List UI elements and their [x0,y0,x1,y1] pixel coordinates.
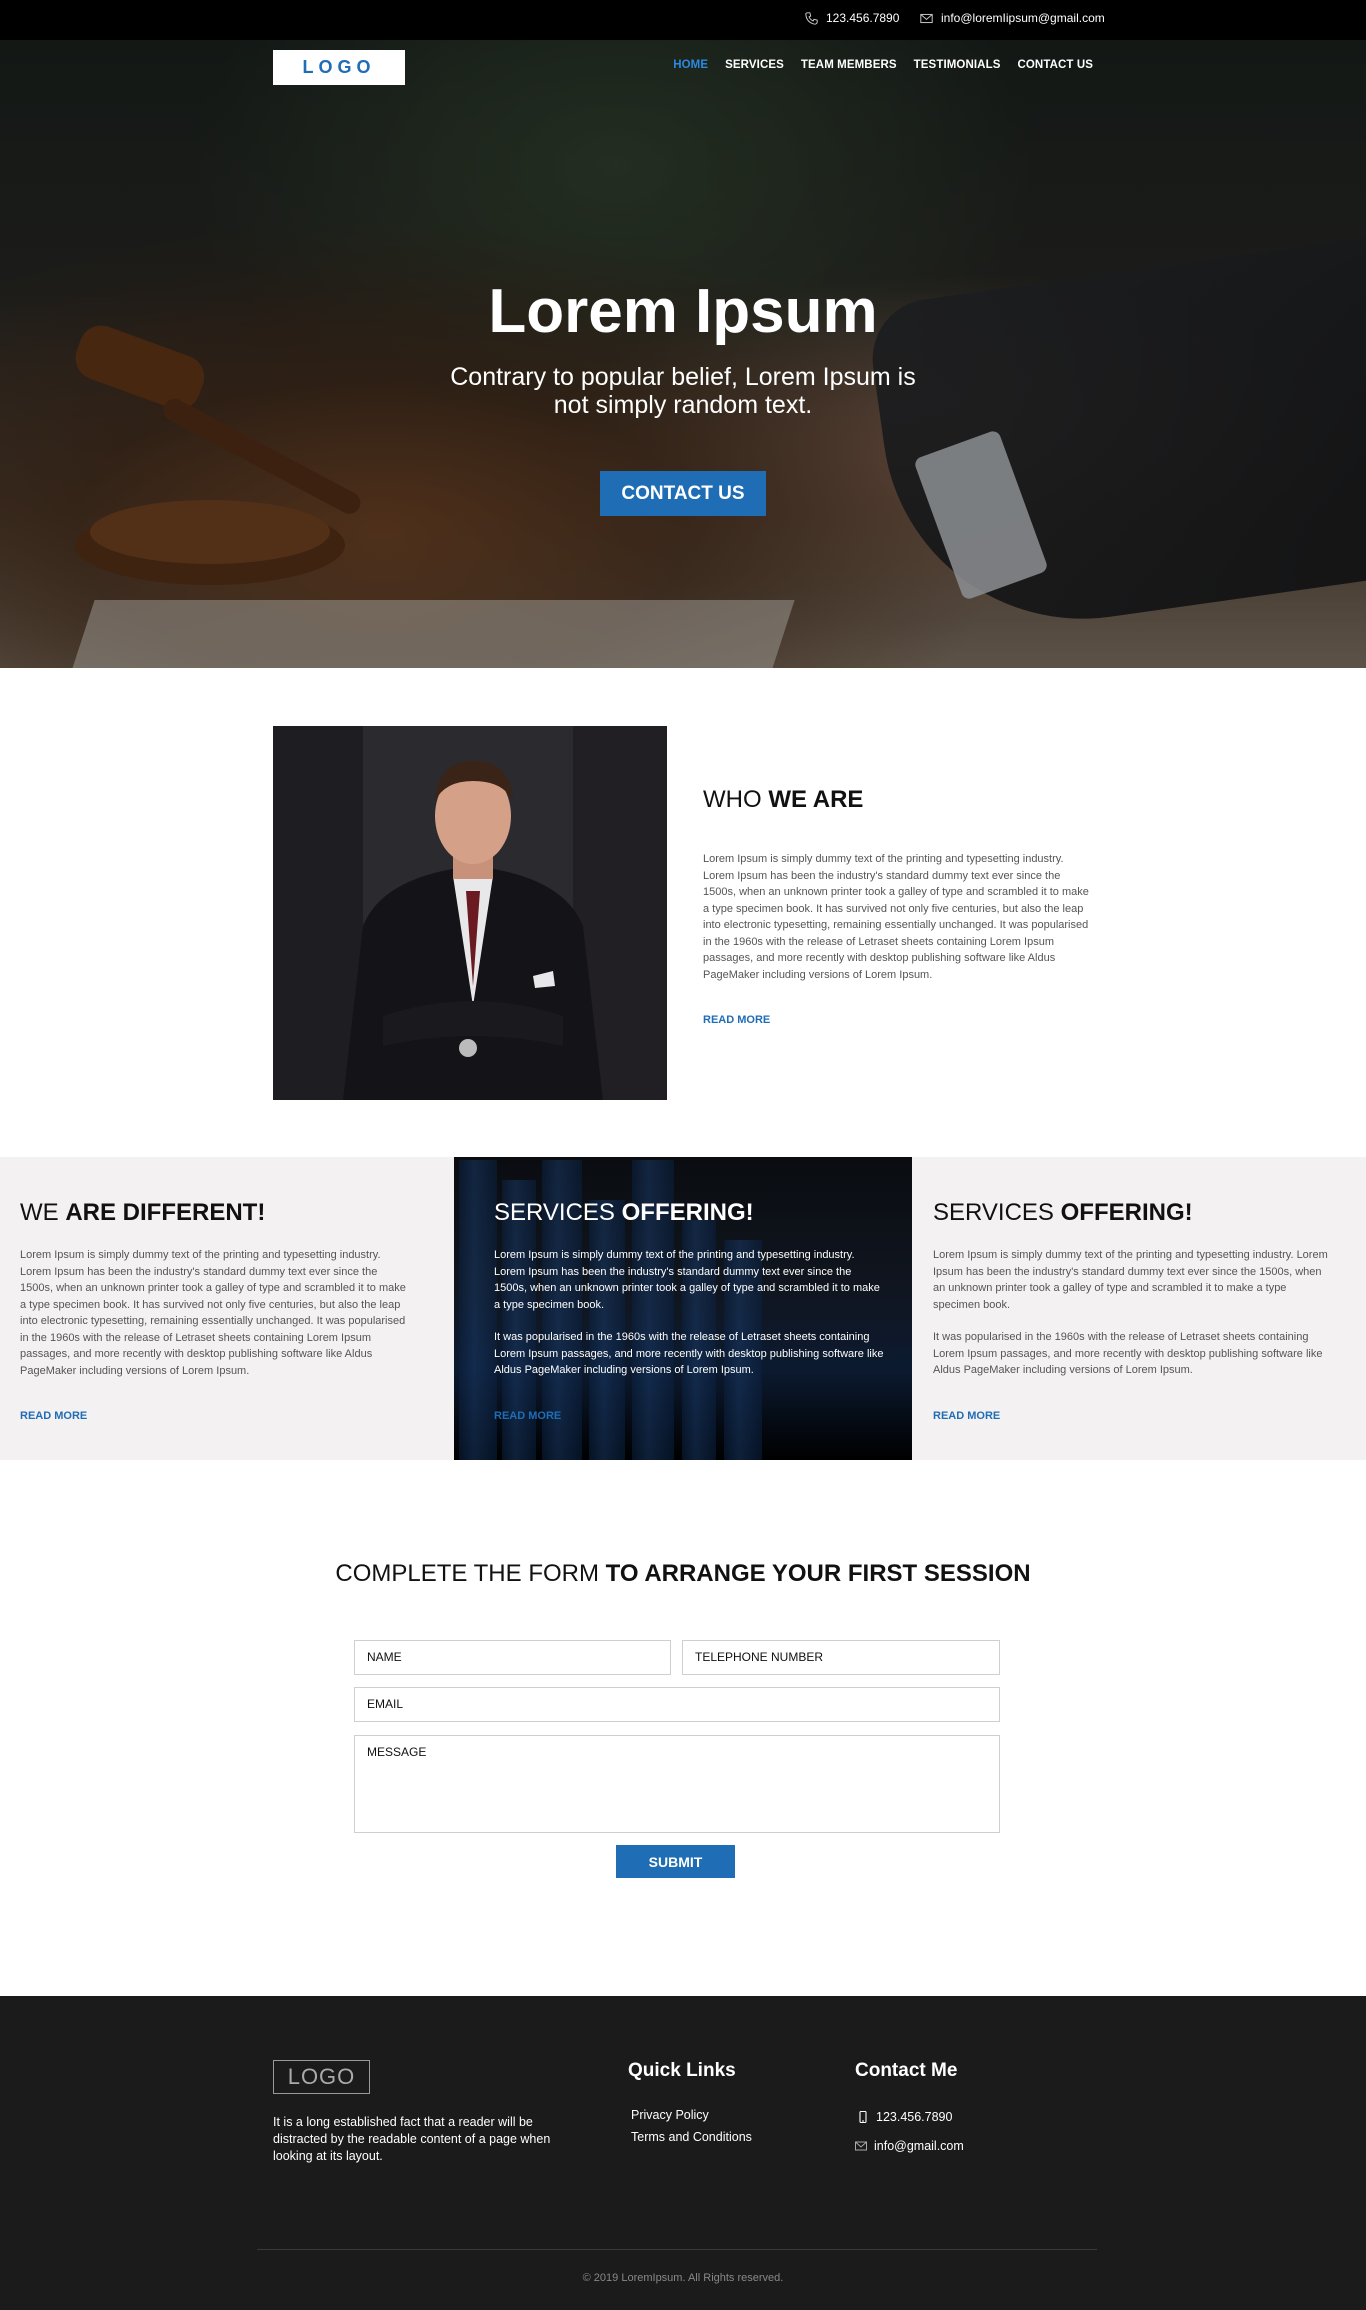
who-we-are-text: Lorem Ipsum is simply dummy text of the … [703,853,1089,981]
hero-subtitle: Contrary to popular belief, Lorem Ipsum … [450,363,916,419]
topbar-email-text: info@loremIipsum@gmail.com [941,11,1105,25]
main-nav: HOME SERVICES TEAM MEMBERS TESTIMONIALS … [673,59,1093,71]
footer: LOGO It is a long established fact that … [0,1996,1366,2310]
who-we-are-title: WHO WE ARE [703,786,864,813]
portrait-illustration [273,726,667,1100]
footer-divider [257,2249,1097,2250]
submit-button[interactable]: SUBMIT [616,1845,735,1878]
header-logo[interactable]: LOGO [273,50,405,85]
copyright-text: © 2019 LoremIpsum. All Rights reserved. [582,2272,784,2284]
nav-services[interactable]: SERVICES [725,59,784,71]
nav-contact-us[interactable]: CONTACT US [1017,59,1093,71]
hero-title: Lorem Ipsum [488,277,878,346]
topbar-email[interactable]: info@loremIipsum@gmail.com [920,11,1105,25]
feature-different-read-more[interactable]: READ MORE [20,1410,87,1422]
topbar-phone[interactable]: 123.456.7890 [805,11,899,25]
feature-different-text: Lorem Ipsum is simply dummy text of the … [20,1249,406,1377]
feature-services-read-more[interactable]: READ MORE [494,1410,561,1422]
feature-services-dark: SERVICES OFFERING! Lorem Ipsum is simply… [454,1157,912,1460]
top-contact-bar: 123.456.7890 info@loremIipsum@gmail.com [0,0,1366,40]
privacy-policy-link[interactable]: Privacy Policy [631,2108,709,2122]
who-read-more-link[interactable]: READ MORE [703,1014,770,1026]
footer-email[interactable]: info@gmail.com [855,2139,964,2153]
footer-phone[interactable]: 123.456.7890 [857,2110,952,2124]
feature-services-title: SERVICES OFFERING! [494,1199,754,1226]
envelope-icon [855,2141,867,2151]
phone-icon [805,11,818,25]
feature-services-text: Lorem Ipsum is simply dummy text of the … [494,1249,884,1376]
message-field[interactable]: MESSAGE [354,1735,1000,1833]
feature-different: WE ARE DIFFERENT! Lorem Ipsum is simply … [0,1157,454,1460]
quick-links-title: Quick Links [628,2060,736,2081]
hero-contact-button[interactable]: CONTACT US [600,471,766,516]
nav-home[interactable]: HOME [673,59,708,71]
footer-logo[interactable]: LOGO [273,2060,370,2094]
feature-services-2-title: SERVICES OFFERING! [933,1199,1193,1226]
mobile-phone-icon [859,2111,867,2123]
feature-services-2-read-more[interactable]: READ MORE [933,1410,1000,1422]
lawyer-portrait [273,726,667,1100]
terms-link[interactable]: Terms and Conditions [631,2130,752,2144]
email-field[interactable]: EMAIL [354,1687,1000,1722]
feature-different-title: WE ARE DIFFERENT! [20,1199,266,1226]
envelope-icon [920,13,933,23]
nav-team-members[interactable]: TEAM MEMBERS [801,59,897,71]
hero-section [0,40,1366,668]
name-field[interactable]: NAME [354,1640,671,1675]
feature-services-light: SERVICES OFFERING! Lorem Ipsum is simply… [912,1157,1366,1460]
footer-about-text: It is a long established fact that a rea… [273,2115,551,2163]
features-section: WE ARE DIFFERENT! Lorem Ipsum is simply … [0,1157,1366,1460]
nav-testimonials[interactable]: TESTIMONIALS [914,59,1001,71]
topbar-phone-text: 123.456.7890 [826,11,900,25]
form-title: COMPLETE THE FORM TO ARRANGE YOUR FIRST … [335,1560,1031,1587]
telephone-field[interactable]: TELEPHONE NUMBER [682,1640,1000,1675]
contact-me-title: Contact Me [855,2060,958,2081]
feature-services-2-text: Lorem Ipsum is simply dummy text of the … [933,1249,1328,1376]
